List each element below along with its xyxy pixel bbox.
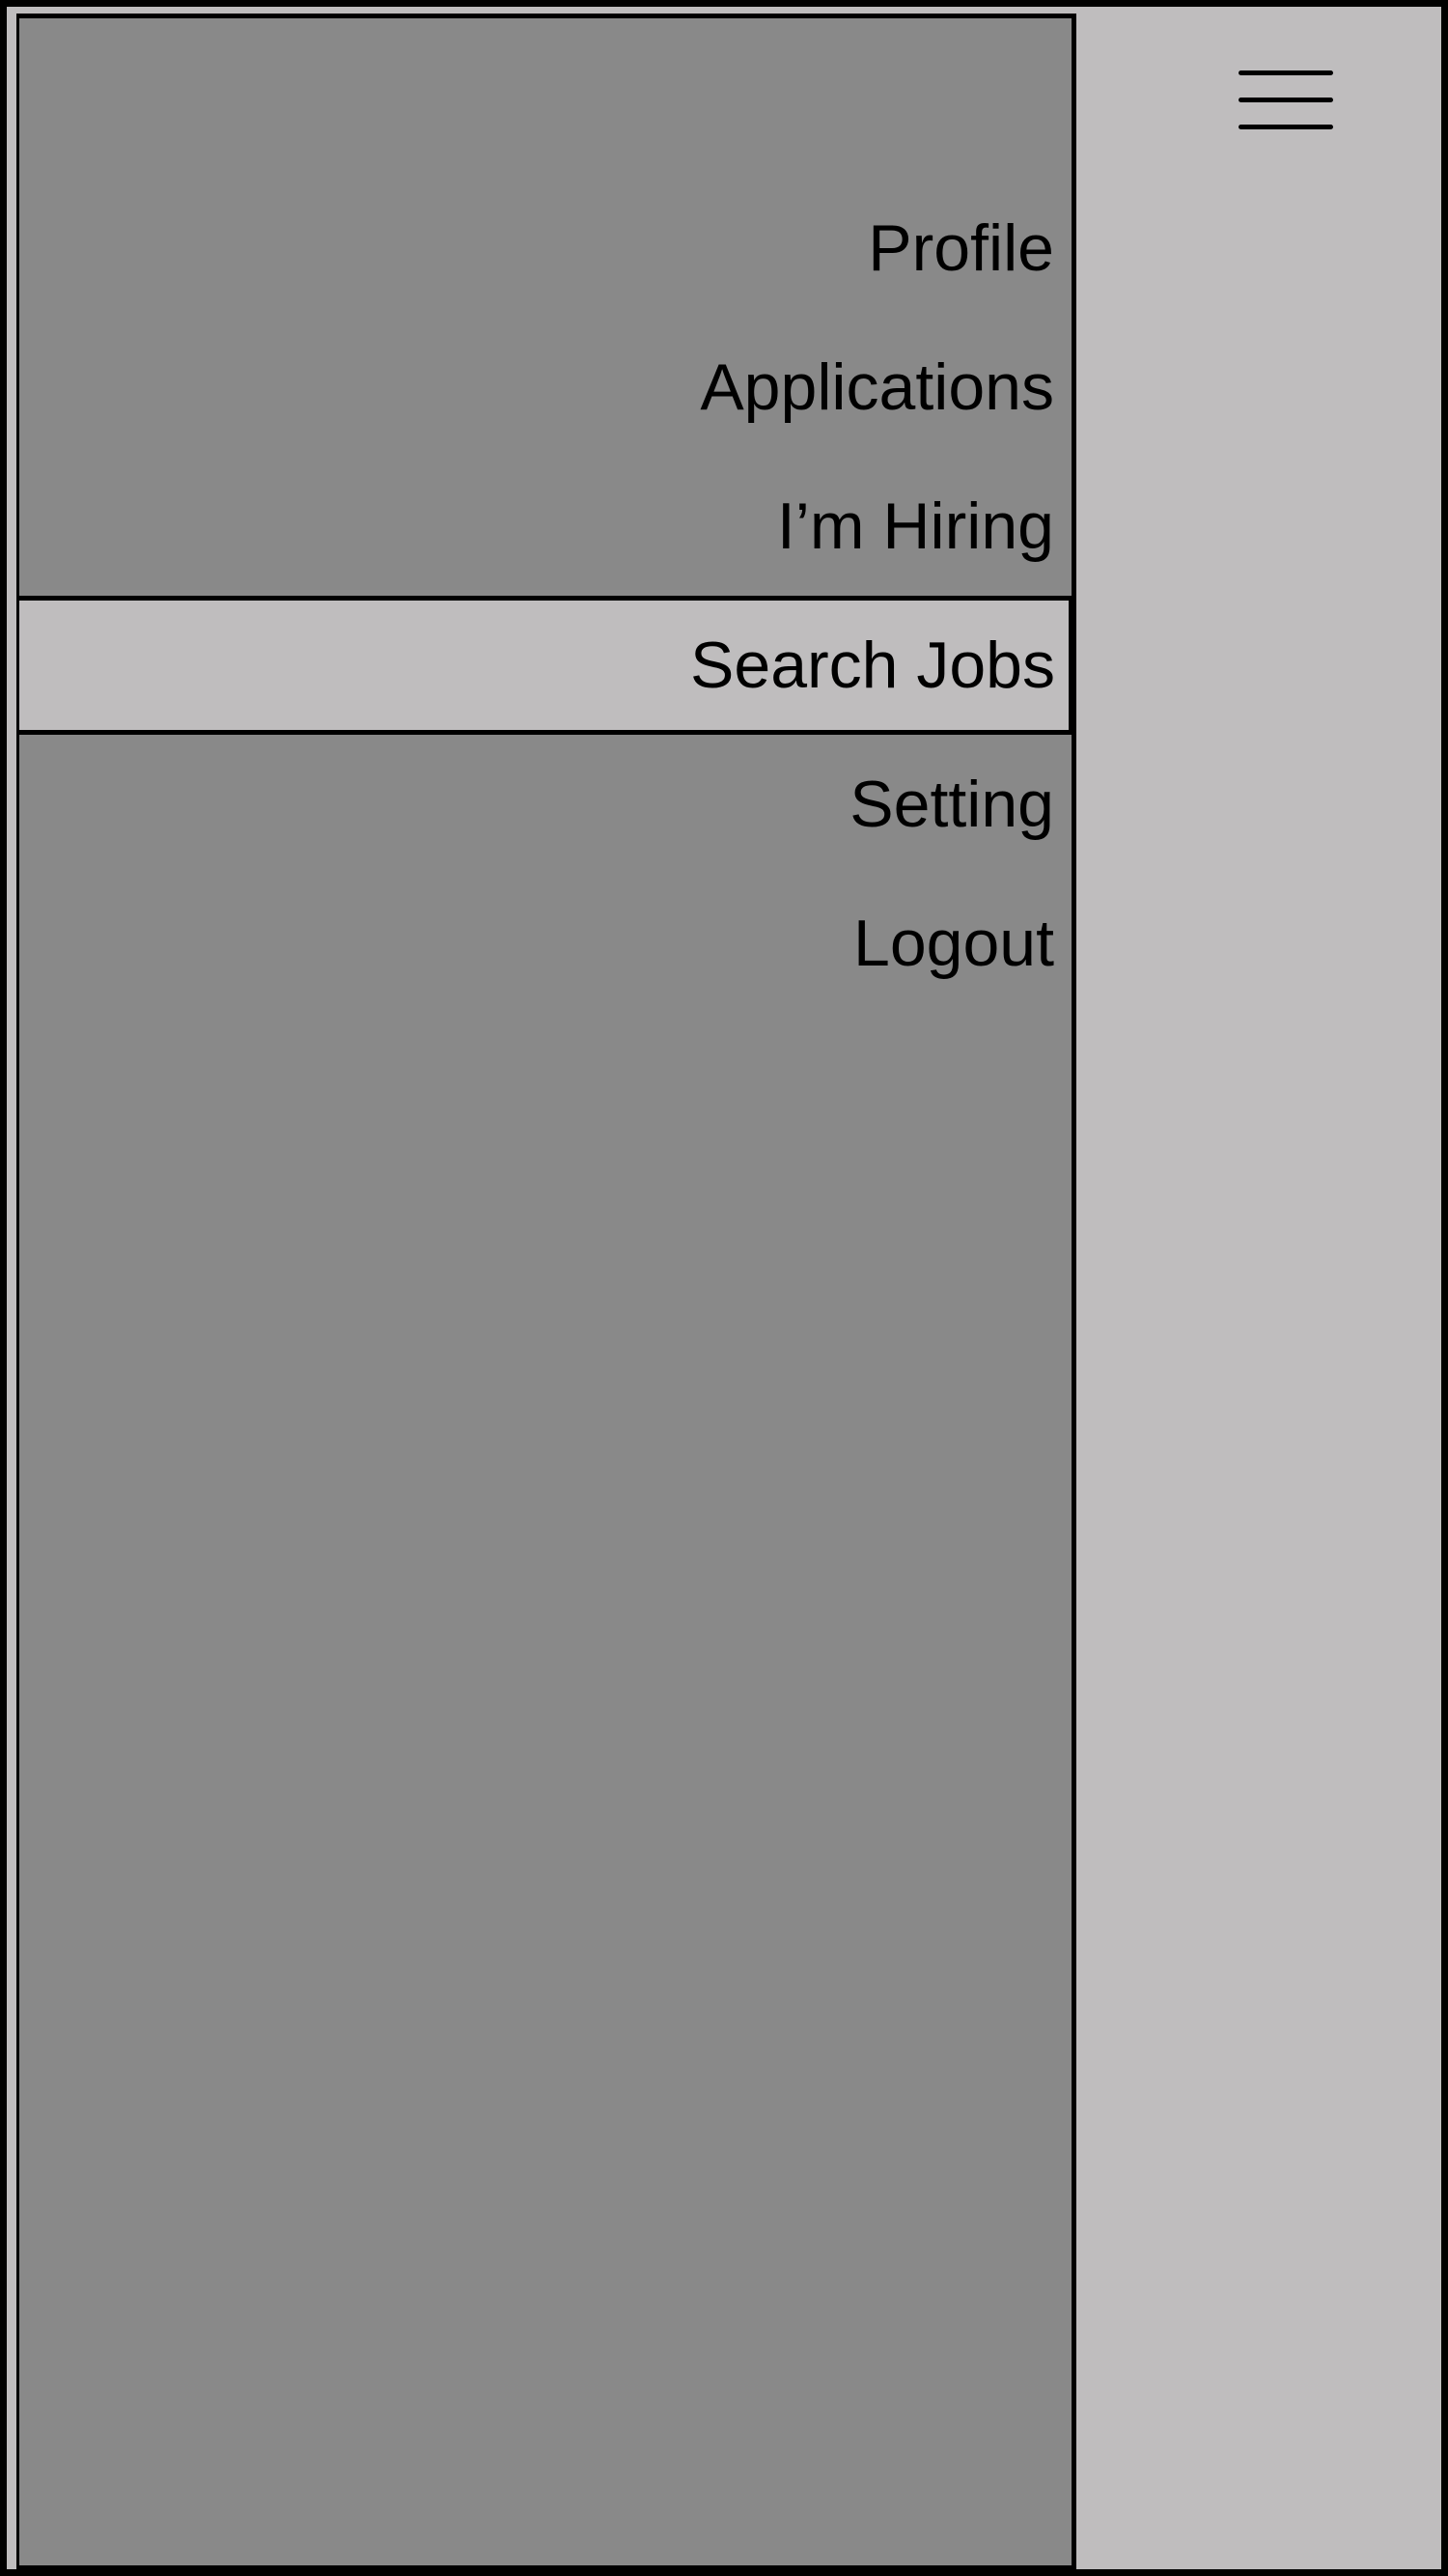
menu-item-search-jobs[interactable]: Search Jobs [19,596,1072,735]
menu-item-logout[interactable]: Logout [19,874,1072,1013]
menu-item-label: I’m Hiring [776,490,1054,563]
menu-item-setting[interactable]: Setting [19,735,1072,874]
menu-item-im-hiring[interactable]: I’m Hiring [19,457,1072,596]
hamburger-line [1239,125,1333,129]
menu-item-label: Setting [849,768,1054,841]
app-screen: Profile Applications I’m Hiring Search J… [4,4,1444,2572]
hamburger-menu-icon[interactable] [1239,67,1333,138]
menu-item-label: Applications [700,350,1054,424]
hamburger-line [1239,70,1333,75]
menu-item-label: Logout [853,907,1054,980]
menu-item-applications[interactable]: Applications [19,318,1072,457]
menu-item-label: Search Jobs [690,629,1055,702]
menu-item-label: Profile [868,211,1054,285]
hamburger-line [1239,98,1333,102]
navigation-drawer: Profile Applications I’m Hiring Search J… [16,14,1076,2569]
menu-item-profile[interactable]: Profile [19,179,1072,318]
navigation-menu: Profile Applications I’m Hiring Search J… [19,179,1072,1013]
